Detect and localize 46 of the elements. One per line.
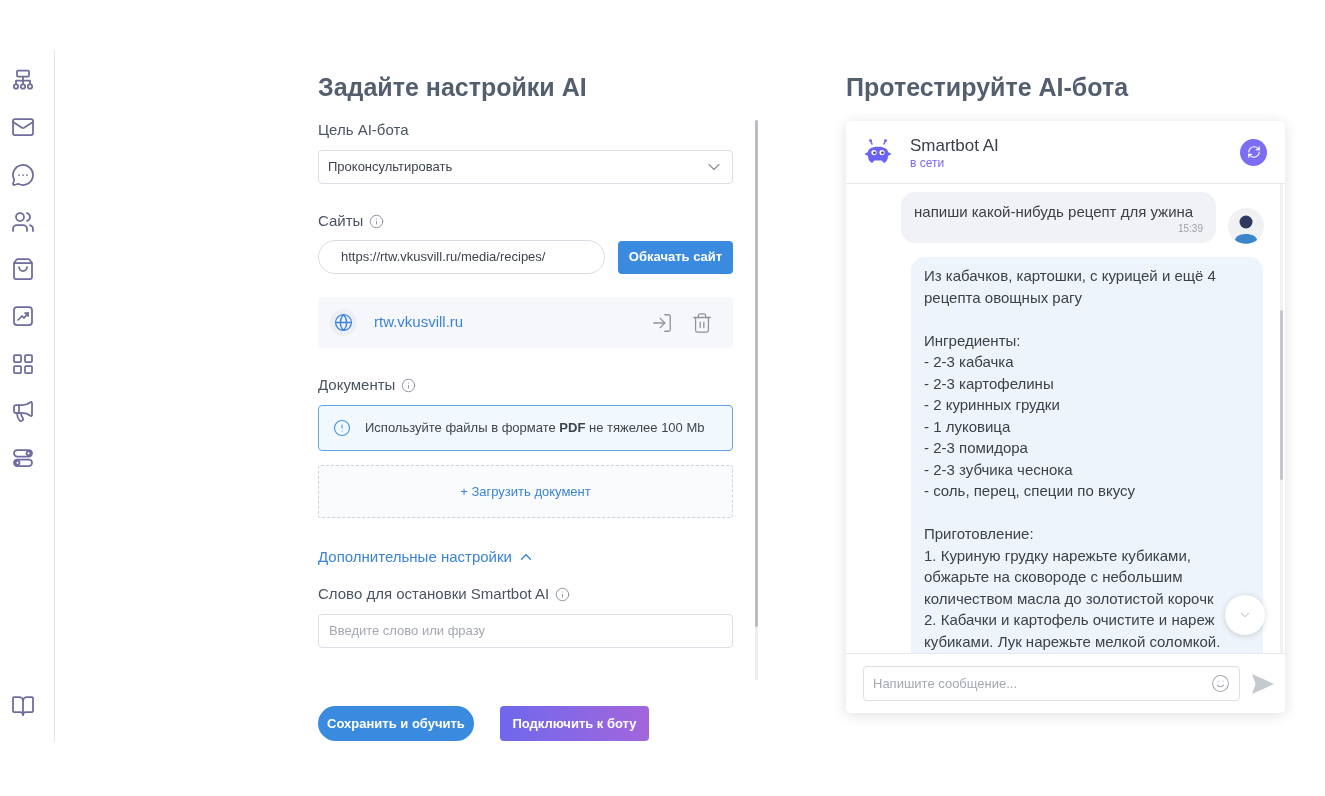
notice-text: Используйте файлы в формате PDF не тяжелее 100 Mb (365, 419, 705, 438)
alert-icon (333, 419, 351, 437)
goal-select[interactable]: Проконсультировать (318, 150, 733, 184)
info-icon[interactable] (555, 586, 571, 602)
message-text: Из кабачков, картошки, с курицей и ещё 4 рецепта овощных рагу (924, 266, 1217, 308)
refresh-button[interactable] (1240, 138, 1267, 166)
field-label: Слово для остановки Smartbot AI (318, 584, 550, 604)
advanced-settings-toggle[interactable]: Дополнительные настройки (318, 547, 535, 567)
section-title: Протестируйте AI-бота (846, 72, 1130, 103)
field-label: Цель AI-бота (318, 120, 409, 140)
import-icon[interactable] (651, 311, 673, 334)
shopping-bag-icon[interactable] (11, 257, 35, 281)
globe-icon (330, 309, 357, 336)
message-text: Ингредиенты: - 2-3 кабачка - 2-3 картофелины - 2 куринных грудки - 1 луковица - 2-3 помидора - 2-3 зубчика чеснока - соль, перец, специи по вкусу (924, 330, 1136, 501)
refresh-icon (1246, 145, 1261, 159)
smiley-icon[interactable] (1211, 674, 1230, 693)
info-icon[interactable] (369, 213, 385, 229)
scrollbar-thumb[interactable] (1280, 310, 1283, 480)
trash-icon[interactable] (691, 311, 713, 334)
save-train-button[interactable]: Сохранить и обучить (318, 706, 474, 741)
toggles-icon[interactable] (11, 446, 35, 470)
robot-icon (863, 139, 893, 165)
connect-bot-button[interactable]: Подключить к боту (500, 706, 649, 741)
avatar-icon (1228, 208, 1264, 244)
message-time: 15:39 (1177, 222, 1203, 236)
message-text: напиши какой-нибудь рецепт для ужина (914, 202, 1195, 222)
message-text: Приготовление: 1. Куриную грудку нарежьте кубиками, обжарьте на сковороде с небольшим количеством масла до золотистой корочк 2. Кабачки и картофель очистите и нареж кубиками. Лук нарежьте мелкой соломкой. (924, 524, 1222, 652)
chat-icon[interactable] (11, 162, 35, 187)
chart-icon[interactable] (11, 304, 35, 329)
crawl-site-button[interactable]: Обкачать сайт (618, 240, 733, 274)
grid-icon[interactable] (11, 351, 35, 376)
field-label: Сайты (318, 211, 364, 231)
bot-name: Smartbot AI (910, 134, 999, 156)
section-title: Задайте настройки AI (318, 72, 588, 103)
book-icon[interactable] (11, 694, 35, 718)
stop-word-input[interactable]: Введите слово или фразу (318, 614, 733, 648)
site-link[interactable]: rtw.vkusvill.ru (374, 311, 464, 334)
upload-dropzone[interactable]: + Загрузить документ (318, 465, 733, 518)
sitemap-icon[interactable] (11, 68, 35, 92)
field-label: Документы (318, 375, 396, 395)
message-input[interactable]: Напишите сообщение... (863, 666, 1240, 701)
send-icon (1251, 672, 1275, 695)
info-icon[interactable] (401, 377, 417, 393)
megaphone-icon[interactable] (11, 398, 35, 423)
bot-status: в сети (910, 155, 946, 170)
users-icon[interactable] (11, 209, 35, 234)
